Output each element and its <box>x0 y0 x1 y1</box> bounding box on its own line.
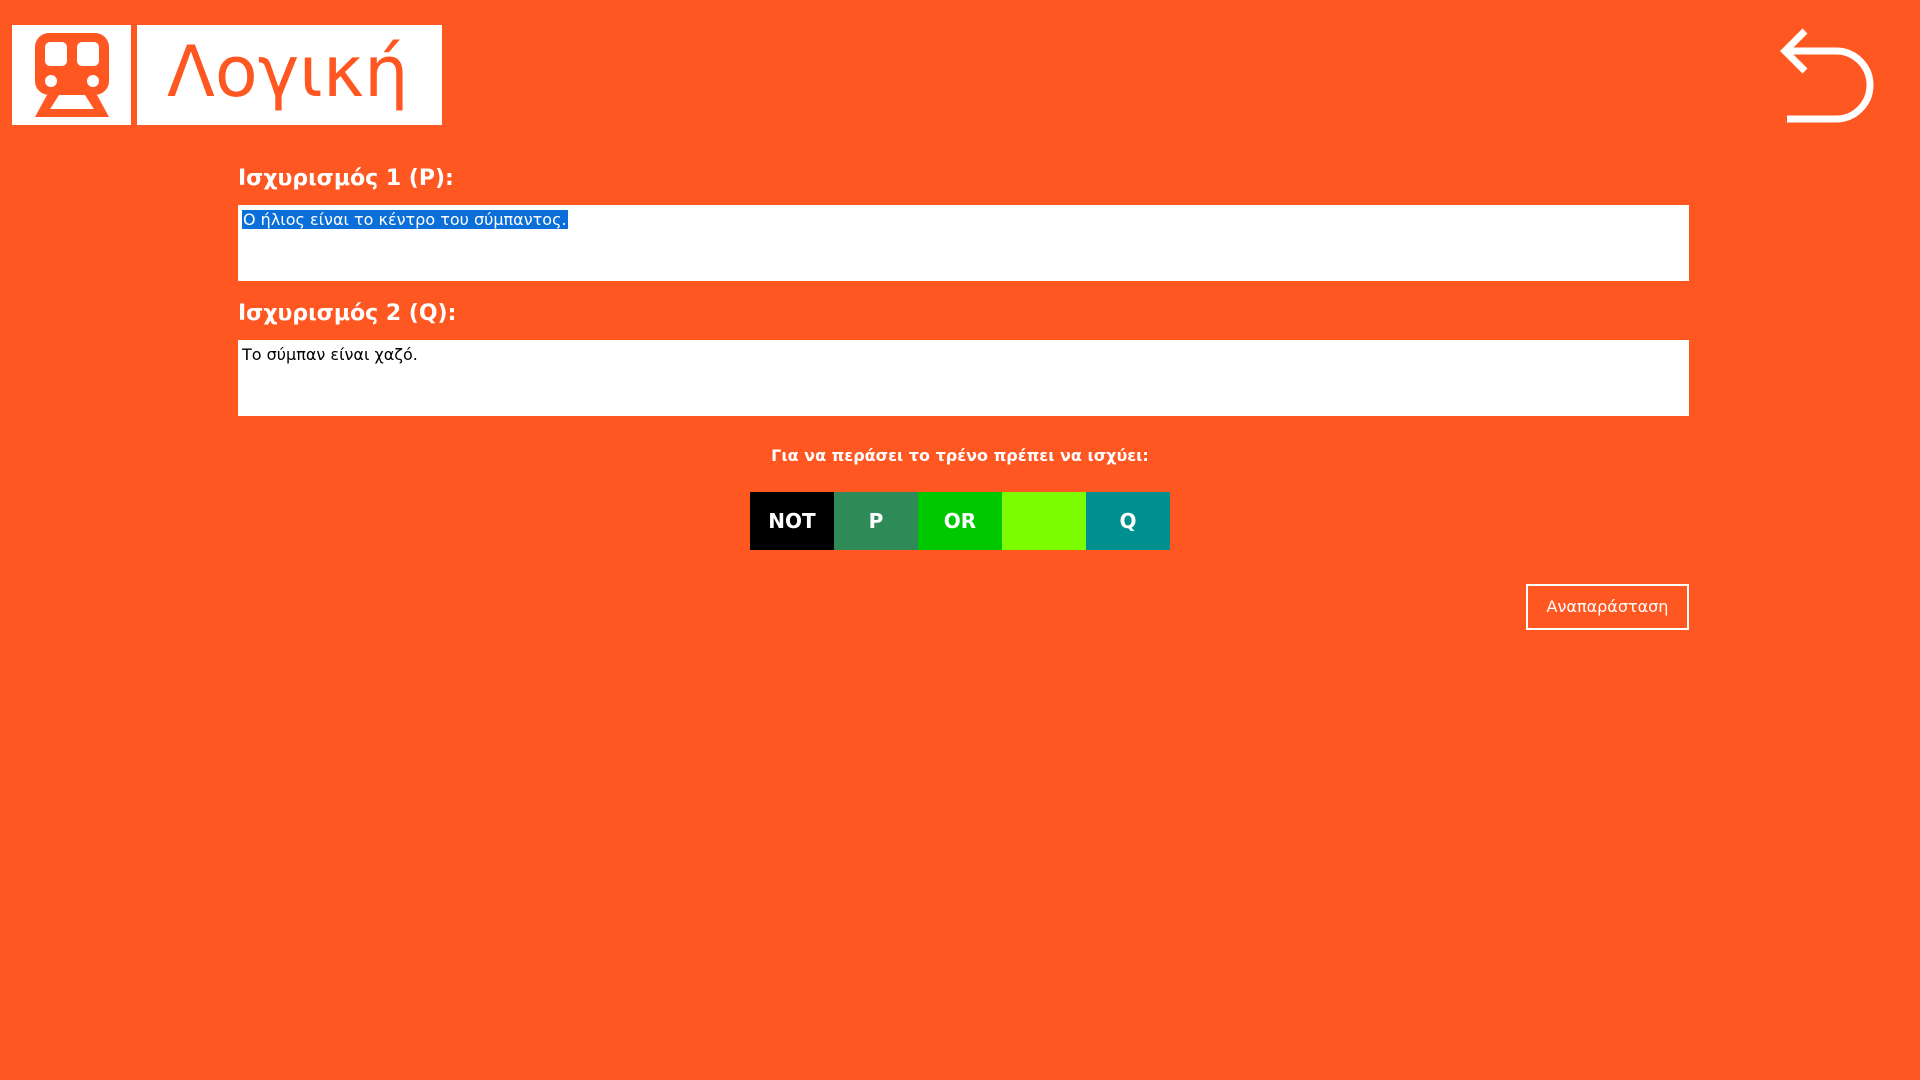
tile-not[interactable]: NOT <box>750 492 834 550</box>
logic-expression: NOT P OR Q <box>750 492 1170 550</box>
title-panel: Λογική <box>137 25 442 125</box>
statement-p-label: Ισχυρισμός 1 (P): <box>238 166 454 191</box>
logic-app: Λογική Ισχυρισμός 1 (P): Ο ήλιος είναι τ… <box>0 0 1920 1080</box>
statement-q-label: Ισχυρισμός 2 (Q): <box>238 301 457 326</box>
undo-arrow-icon <box>1780 28 1874 123</box>
statement-p-selected-text[interactable]: Ο ήλιος είναι το κέντρο του σύμπαντος. <box>242 210 568 229</box>
train-icon <box>34 33 109 117</box>
statement-p-field[interactable]: Ο ήλιος είναι το κέντρο του σύμπαντος. <box>238 205 1689 281</box>
rule-caption: Για να περάσει το τρένο πρέπει να ισχύει… <box>771 446 1149 465</box>
tile-q[interactable]: Q <box>1086 492 1170 550</box>
statement-q-field[interactable]: Το σύμπαν είναι χαζό. <box>238 340 1689 416</box>
tile-empty-slot[interactable] <box>1002 492 1086 550</box>
tile-p[interactable]: P <box>834 492 918 550</box>
train-icon-tile <box>12 25 131 125</box>
render-button[interactable]: Αναπαράσταση <box>1526 584 1689 630</box>
back-button[interactable] <box>1778 26 1878 126</box>
statement-p-value: Ο ήλιος είναι το κέντρο του σύμπαντος. <box>242 206 568 233</box>
tile-or[interactable]: OR <box>918 492 1002 550</box>
statement-q-value: Το σύμπαν είναι χαζό. <box>242 345 418 364</box>
page-title: Λογική <box>167 31 409 113</box>
